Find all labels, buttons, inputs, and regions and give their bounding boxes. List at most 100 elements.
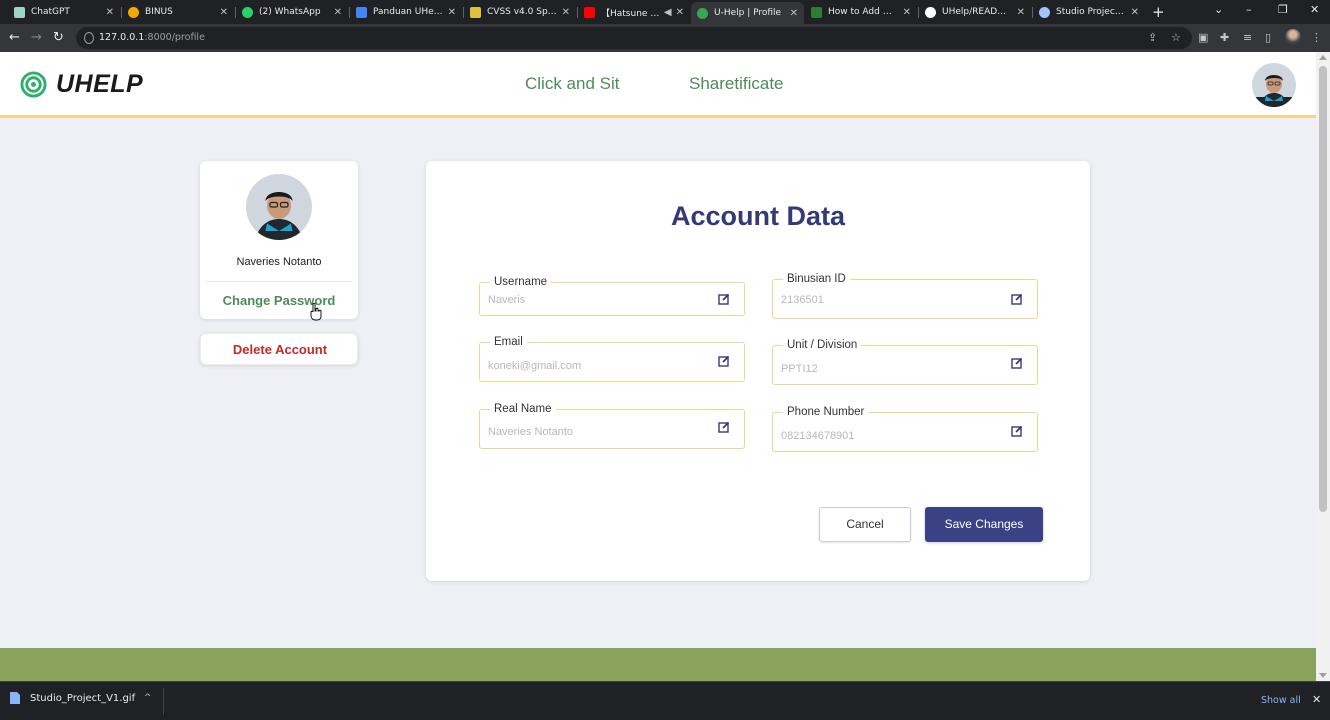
site-header: UHELP Click and Sit Sharetificate [0,52,1316,118]
reload-icon[interactable]: ↻ [53,30,64,46]
close-icon[interactable]: ✕ [1131,7,1139,18]
share-icon[interactable]: ⇪ [1148,31,1157,44]
field-label: Binusian ID [783,272,850,286]
browser-profile-avatar[interactable] [1285,29,1301,45]
close-icon[interactable]: ✕ [676,7,684,18]
account-data-card: Account Data Username Naveris Binusian I… [426,161,1090,581]
close-window-icon[interactable]: ✕ [1310,3,1319,16]
avatar-photo [246,174,312,240]
edit-icon[interactable] [1011,293,1023,305]
divider [163,688,164,715]
unit-division-field[interactable]: Unit / Division PPTI12 [772,338,1038,385]
tab-search-icon[interactable]: ⌄ [1214,3,1223,16]
browser-tab[interactable]: CVSS v4.0 Specific ✕ [464,2,576,22]
browser-tab[interactable]: UHelp/README.m ✕ [919,2,1031,22]
close-icon[interactable]: ✕ [562,7,570,18]
browser-tab-active[interactable]: U-Help | Profile ✕ [691,2,804,24]
scroll-up-icon[interactable] [1319,55,1327,60]
speaker-icon[interactable]: ◀ [664,7,672,18]
browser-tab[interactable]: BINUS ✕ [122,2,234,22]
youtube-icon [584,6,595,18]
tab-title: Panduan UHelp - G [373,7,444,17]
download-file-name: Studio_Project_V1.gif [30,692,136,704]
field-value[interactable]: 082134678901 [781,430,854,442]
globe-icon [1039,6,1050,18]
close-icon[interactable]: ✕ [334,7,342,18]
close-icon[interactable]: ✕ [220,7,228,18]
download-item[interactable]: Studio_Project_V1.gif [10,692,135,704]
avatar-photo [1252,63,1296,107]
binusian-id-field[interactable]: Binusian ID 2136501 [772,272,1038,319]
reading-list-icon[interactable]: ≡ [1243,31,1252,44]
edit-icon[interactable] [718,355,730,367]
site-logo[interactable]: UHELP [20,70,143,99]
close-icon[interactable]: ✕ [1312,693,1321,706]
browser-tab[interactable]: Studio Project — I ✕ [1033,2,1145,22]
page-scrollbar[interactable] [1316,52,1330,681]
uhelp-logo-icon [20,71,47,98]
field-value[interactable]: Naveries Notanto [488,426,573,438]
divider [206,281,352,282]
url-text[interactable]: 127.0.0.1:8000/profile [99,32,205,43]
scroll-down-icon[interactable] [1319,673,1327,678]
nav-click-and-sit[interactable]: Click and Sit [525,74,619,94]
menu-kebab-icon[interactable]: ⋮ [1311,31,1322,44]
real-name-field[interactable]: Real Name Naveries Notanto [479,402,745,449]
field-value[interactable]: PPTI12 [781,363,818,375]
screenshot-icon[interactable]: ▣ [1198,31,1208,44]
site-footer [0,648,1316,681]
edit-icon[interactable] [1011,425,1023,437]
field-value[interactable]: koneki@gmail.com [488,360,581,372]
browser-tab[interactable]: Panduan UHelp - G ✕ [350,2,462,22]
article-icon [811,6,822,18]
field-value[interactable]: Naveris [488,294,525,306]
page-viewport: UHELP Click and Sit Sharetificate Naveri… [0,52,1330,681]
edit-icon[interactable] [1011,357,1023,369]
back-icon[interactable]: ← [9,30,20,46]
browser-tab[interactable]: (2) WhatsApp ✕ [236,2,348,22]
save-changes-button[interactable]: Save Changes [925,507,1043,542]
change-password-link[interactable]: Change Password [200,293,358,308]
url-path: :8000/profile [144,32,205,43]
email-field[interactable]: Email koneki@gmail.com [479,335,745,382]
delete-account-card: Delete Account [200,333,358,365]
edit-icon[interactable] [718,293,730,305]
side-panel-icon[interactable]: ▯ [1265,31,1271,44]
uhelp-tab-icon [697,7,708,19]
new-tab-button[interactable]: + [1152,3,1165,21]
browser-tab[interactable]: How to Add GIFs o ✕ [805,2,917,22]
close-icon[interactable]: ✕ [903,7,911,18]
browser-toolbar: ← → ↻ 127.0.0.1:8000/profile ⇪ ☆ ▣ ✚ ≡ ▯… [0,24,1330,52]
browser-tab[interactable]: ChatGPT ✕ [8,2,120,22]
chevron-up-icon[interactable]: ^ [144,693,152,703]
close-icon[interactable]: ✕ [448,7,456,18]
extensions-icon[interactable]: ✚ [1220,31,1229,44]
cvss-icon [470,6,481,18]
minimize-icon[interactable]: – [1246,3,1252,16]
phone-number-field[interactable]: Phone Number 082134678901 [772,405,1038,452]
username-field[interactable]: Username Naveris [479,275,745,316]
field-value[interactable]: 2136501 [781,294,824,306]
show-all-link[interactable]: Show all [1261,695,1301,706]
site-info-icon[interactable] [84,32,94,44]
profile-name: Naveries Notanto [236,256,322,268]
forward-icon[interactable]: → [31,30,42,46]
field-label: Unit / Division [783,338,862,352]
edit-icon[interactable] [718,421,730,433]
bookmark-star-icon[interactable]: ☆ [1171,31,1181,44]
address-bar[interactable]: 127.0.0.1:8000/profile [76,27,1192,49]
restore-icon[interactable]: ❐ [1278,3,1288,16]
delete-account-button[interactable]: Delete Account [201,342,359,357]
close-icon[interactable]: ✕ [106,7,114,18]
page-title: Account Data [670,201,846,231]
tab-title: UHelp/README.m [942,7,1013,17]
scrollbar-thumb[interactable] [1319,66,1327,512]
hand-cursor-icon [310,303,322,321]
cancel-button[interactable]: Cancel [819,507,911,542]
user-avatar[interactable] [1252,63,1296,107]
browser-tab[interactable]: 【Hatsune Miku ◀ ✕ [578,2,690,22]
close-icon[interactable]: ✕ [1017,7,1025,18]
tab-title: BINUS [145,7,173,17]
close-icon[interactable]: ✕ [790,8,798,19]
nav-sharetificate[interactable]: Sharetificate [689,74,784,94]
